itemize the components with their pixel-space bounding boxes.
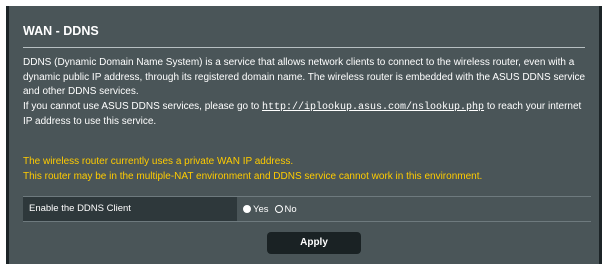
title-divider — [23, 47, 585, 48]
radio-yes-indicator[interactable] — [243, 205, 251, 213]
ddns-client-options: Yes No — [237, 197, 591, 221]
warning-multiple-nat: This router may be in the multiple-NAT e… — [23, 171, 483, 182]
radio-yes-label: Yes — [253, 203, 269, 215]
ddns-description: DDNS (Dynamic Domain Name System) is a s… — [23, 56, 591, 130]
radio-no[interactable]: No — [274, 203, 297, 215]
warning-private-ip: The wireless router currently uses a pri… — [23, 156, 294, 167]
lookup-text-before: If you cannot use ASUS DDNS services, pl… — [23, 100, 263, 112]
description-lookup-paragraph: If you cannot use ASUS DDNS services, pl… — [23, 100, 591, 130]
description-paragraph: DDNS (Dynamic Domain Name System) is a s… — [23, 57, 586, 98]
apply-button[interactable]: Apply — [267, 232, 361, 254]
iplookup-link[interactable]: http://iplookup.asus.com/nslookup.php — [262, 102, 484, 113]
ddns-client-label: Enable the DDNS Client — [23, 197, 237, 221]
ddns-client-row: Enable the DDNS Client Yes No — [23, 196, 591, 222]
radio-yes[interactable]: Yes — [243, 204, 269, 215]
page-title: WAN - DDNS — [23, 24, 99, 38]
radio-no-label: No — [284, 203, 297, 215]
warning-messages: The wireless router currently uses a pri… — [23, 154, 591, 184]
radio-no-indicator[interactable] — [274, 205, 283, 213]
ddns-settings-panel: WAN - DDNS DDNS (Dynamic Domain Name Sys… — [6, 6, 602, 264]
